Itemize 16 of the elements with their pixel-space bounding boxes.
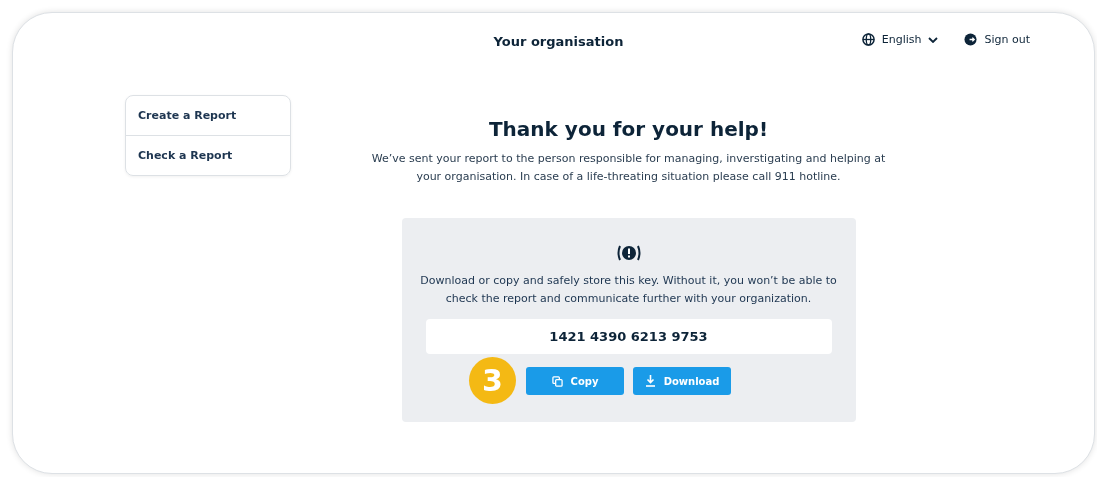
- sign-out-button[interactable]: Sign out: [964, 33, 1030, 46]
- sidebar-item[interactable]: Check a Report: [126, 135, 290, 175]
- page-title: Your organisation: [493, 33, 624, 49]
- globe-icon: [861, 33, 875, 46]
- copy-icon: [551, 375, 563, 387]
- chevron-down-icon: [928, 36, 939, 43]
- warning-text: Download or copy and safely store this key. Without it, you won’t be able to check the report and communicate further with your organization.: [419, 273, 838, 307]
- sidebar-item[interactable]: Create a Report: [126, 96, 290, 135]
- sign-out-icon: [964, 33, 978, 46]
- heading: Thank you for your help!: [488, 117, 769, 141]
- confirmation-message: We’ve sent your report to the person responsible for managing, inverstigating and helping at your organisation. In case of a life-threating situation please call 911 hotline.: [370, 151, 887, 185]
- download-icon: [644, 375, 656, 387]
- alert-icon: [615, 244, 642, 262]
- step-badge: 3: [469, 357, 516, 404]
- language-selector[interactable]: English: [861, 33, 939, 46]
- key-field[interactable]: 1421 4390 6213 9753: [425, 319, 832, 354]
